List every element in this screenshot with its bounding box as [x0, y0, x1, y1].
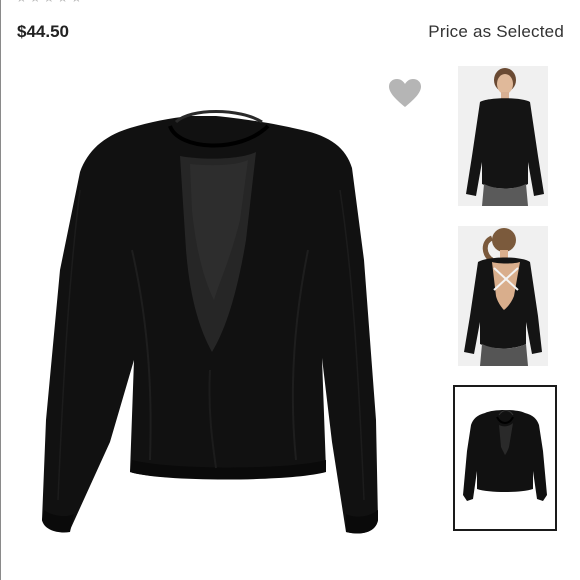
thumbnail-back-image — [458, 226, 548, 366]
thumbnail-flat-image — [459, 391, 551, 525]
product-price: $44.50 — [17, 22, 69, 41]
thumbnail-back-view[interactable] — [458, 226, 548, 366]
product-gallery: ★★★★★ $44.50 Price as Selected — [0, 0, 580, 580]
rating-stars: ★★★★★ — [16, 0, 85, 5]
divider — [0, 0, 1, 580]
heart-icon[interactable] — [388, 78, 422, 108]
main-product-image — [42, 110, 378, 534]
thumbnail-front-image — [458, 66, 548, 206]
price-note: Price as Selected — [428, 22, 564, 41]
thumbnail-flat-view-selected[interactable] — [453, 385, 557, 531]
thumbnail-front-view[interactable] — [458, 66, 548, 206]
